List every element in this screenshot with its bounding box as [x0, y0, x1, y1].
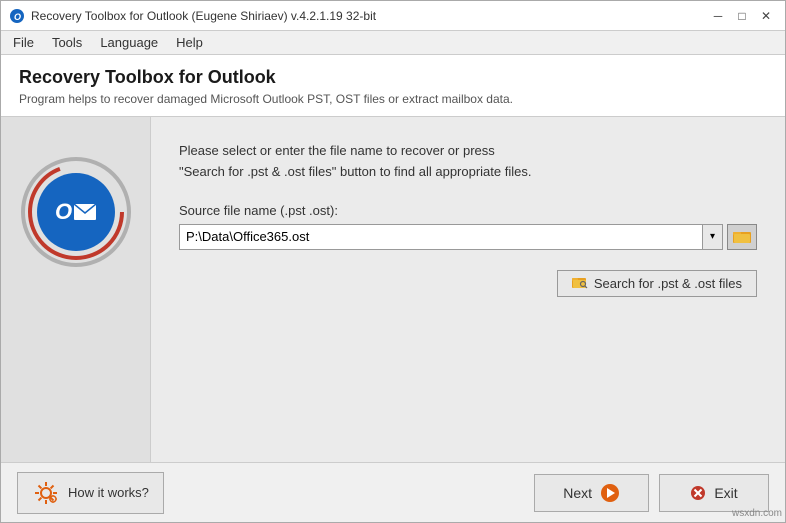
close-button[interactable]: ✕	[755, 5, 777, 27]
source-field-label: Source file name (.pst .ost):	[179, 203, 757, 218]
menu-help[interactable]: Help	[168, 33, 211, 52]
outlook-o: O	[55, 199, 72, 225]
instruction-text: Please select or enter the file name to …	[179, 141, 757, 183]
right-panel: Please select or enter the file name to …	[151, 117, 785, 462]
bottom-right-buttons: Next Exit	[534, 474, 769, 512]
file-input-combo: ▾	[179, 224, 723, 250]
svg-text:O: O	[14, 12, 21, 22]
source-file-input[interactable]	[180, 225, 702, 249]
file-input-row: ▾	[179, 224, 757, 250]
search-folder-icon	[572, 276, 588, 290]
gear-icon	[32, 479, 60, 507]
menu-bar: File Tools Language Help	[1, 31, 785, 55]
envelope-icon	[74, 204, 96, 220]
title-bar-left: O Recovery Toolbox for Outlook (Eugene S…	[9, 8, 376, 24]
how-it-works-label: How it works?	[68, 485, 149, 500]
next-button[interactable]: Next	[534, 474, 649, 512]
app-title: Recovery Toolbox for Outlook	[19, 67, 767, 88]
main-content: O Please select or enter the file name t…	[1, 117, 785, 462]
file-browse-button[interactable]	[727, 224, 757, 250]
left-panel: O	[1, 117, 151, 462]
search-button[interactable]: Search for .pst & .ost files	[557, 270, 757, 297]
instruction-line1: Please select or enter the file name to …	[179, 143, 495, 158]
next-arrow-icon	[600, 483, 620, 503]
logo-circle: O	[37, 173, 115, 251]
menu-file[interactable]: File	[5, 33, 42, 52]
window-title: Recovery Toolbox for Outlook (Eugene Shi…	[31, 9, 376, 23]
minimize-button[interactable]: ─	[707, 5, 729, 27]
app-logo: O	[21, 157, 131, 267]
exit-label: Exit	[714, 485, 737, 501]
exit-x-icon	[690, 485, 706, 501]
menu-tools[interactable]: Tools	[44, 33, 90, 52]
watermark: wsxdn.com	[732, 508, 782, 519]
how-it-works-button[interactable]: How it works?	[17, 472, 164, 514]
logo-inner: O	[55, 199, 96, 225]
window-controls: ─ □ ✕	[707, 5, 777, 27]
app-icon: O	[9, 8, 25, 24]
search-row: Search for .pst & .ost files	[179, 270, 757, 297]
folder-icon	[733, 229, 751, 245]
app-subtitle: Program helps to recover damaged Microso…	[19, 92, 767, 106]
file-dropdown-button[interactable]: ▾	[702, 225, 722, 249]
maximize-button[interactable]: □	[731, 5, 753, 27]
title-bar: O Recovery Toolbox for Outlook (Eugene S…	[1, 1, 785, 31]
main-window: O Recovery Toolbox for Outlook (Eugene S…	[0, 0, 786, 523]
bottom-bar: How it works? Next Exit	[1, 462, 785, 522]
app-header: Recovery Toolbox for Outlook Program hel…	[1, 55, 785, 117]
menu-language[interactable]: Language	[92, 33, 166, 52]
search-button-label: Search for .pst & .ost files	[594, 276, 742, 291]
exit-button[interactable]: Exit	[659, 474, 769, 512]
next-label: Next	[563, 485, 592, 501]
instruction-line2: "Search for .pst & .ost files" button to…	[179, 164, 531, 179]
